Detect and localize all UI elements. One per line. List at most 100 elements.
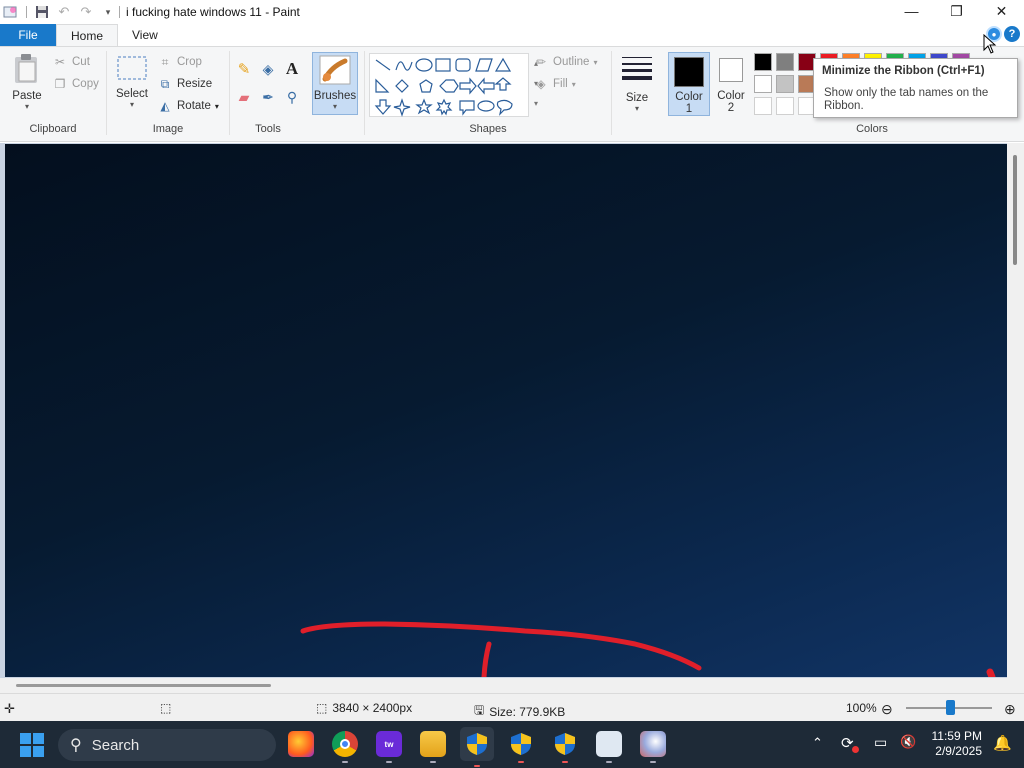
palette-color-swatch[interactable] — [776, 75, 794, 93]
shield-icon — [555, 733, 575, 755]
pencil-icon[interactable]: ✎ — [236, 61, 252, 78]
palette-color-swatch[interactable] — [776, 53, 794, 71]
copy-button[interactable]: ❐ Copy — [52, 73, 99, 95]
notification-bell-icon[interactable]: 🔔 — [993, 734, 1012, 752]
zoom-level: 100% — [846, 701, 877, 715]
taskbar-search[interactable]: ⚲ Search — [58, 729, 276, 761]
sync-alert-badge — [852, 746, 859, 753]
quick-access-toolbar: ↶ ↷ ▾ — [0, 0, 117, 24]
size-button[interactable]: Size ▾ — [616, 55, 658, 113]
vertical-scrollbar[interactable] — [1007, 143, 1024, 678]
running-indicator — [562, 761, 568, 763]
drawing-canvas[interactable] — [5, 144, 1007, 677]
copy-label: Copy — [72, 78, 99, 90]
tab-home[interactable]: Home — [56, 24, 119, 46]
color-picker-icon[interactable]: ✒ — [260, 89, 276, 105]
start-button[interactable] — [20, 733, 44, 757]
palette-empty-swatch[interactable] — [776, 97, 794, 115]
canvas-size-icon: ⬚ — [316, 701, 328, 715]
shield-icon — [511, 733, 531, 755]
horizontal-scrollbar[interactable] — [0, 678, 1024, 693]
select-button[interactable]: Select ▾ — [113, 55, 151, 109]
paint-app-icon[interactable] — [2, 3, 20, 21]
paste-button[interactable]: Paste ▾ — [8, 53, 46, 111]
paint-icon[interactable] — [640, 731, 666, 763]
restore-button[interactable]: ❐ — [934, 0, 979, 22]
brushes-button[interactable]: Brushes ▾ — [312, 52, 358, 115]
twitch-icon[interactable]: tw — [376, 731, 402, 763]
outline-button[interactable]: ✏ Outline ▾ — [533, 51, 597, 73]
shield-app-button[interactable] — [460, 727, 494, 767]
selection-icon: ⬚ — [160, 701, 172, 715]
shapes-gallery-icons[interactable] — [370, 54, 530, 118]
fill-button[interactable]: ◈ Fill ▾ — [533, 73, 597, 95]
shield-app-button[interactable] — [508, 731, 534, 763]
group-separator — [611, 51, 612, 135]
color2-label: Color — [717, 90, 745, 102]
size-icon — [620, 57, 654, 86]
help-button[interactable]: ? — [1004, 26, 1020, 42]
network-icon[interactable]: ▭ — [874, 734, 887, 751]
canvas-workspace — [0, 143, 1024, 693]
selection-size: ⬚ — [160, 701, 171, 715]
firefox-icon[interactable] — [288, 731, 314, 757]
search-label: Search — [91, 736, 140, 754]
fill-bucket-icon[interactable]: ◈ — [260, 61, 276, 77]
palette-color-swatch[interactable] — [754, 53, 772, 71]
color1-swatch — [674, 57, 704, 87]
taskbar-clock[interactable]: 11:59 PM 2/9/2025 — [932, 729, 982, 759]
vertical-scroll-thumb[interactable] — [1013, 155, 1017, 265]
tab-view[interactable]: View — [118, 24, 172, 46]
palette-empty-swatch[interactable] — [754, 97, 772, 115]
running-indicator — [518, 761, 524, 763]
control-panel-icon[interactable] — [596, 731, 622, 763]
tab-file[interactable]: File — [0, 24, 56, 46]
fill-dropdown-icon: ▾ — [571, 79, 576, 89]
horizontal-scroll-thumb[interactable] — [16, 684, 271, 687]
palette-color-swatch[interactable] — [754, 75, 772, 93]
close-button[interactable]: ✕ — [979, 0, 1024, 22]
volume-muted-icon[interactable]: 🔇 — [900, 734, 916, 750]
cut-button[interactable]: ✂ Cut — [52, 51, 99, 73]
undo-icon[interactable]: ↶ — [55, 3, 73, 21]
select-dropdown-icon[interactable]: ▾ — [113, 100, 151, 109]
color2-button[interactable]: Color 2 — [712, 52, 750, 116]
search-icon: ⚲ — [70, 737, 82, 754]
size-dropdown-icon[interactable]: ▾ — [616, 104, 658, 113]
redo-icon[interactable]: ↷ — [77, 3, 95, 21]
brushes-dropdown-icon[interactable]: ▾ — [313, 102, 357, 111]
save-icon[interactable] — [33, 3, 51, 21]
rotate-dropdown-icon[interactable]: ▾ — [215, 102, 219, 111]
status-bar: ✛ ⬚ ⬚ 3840 × 2400px 🖫 Size: 779.9KB 100%… — [0, 693, 1024, 721]
zoom-in-button[interactable]: ⊕ — [1004, 701, 1016, 718]
colors-group-label: Colors — [856, 123, 888, 135]
chrome-icon[interactable] — [332, 731, 358, 763]
zoom-out-button[interactable]: ⊖ — [881, 701, 893, 718]
image-group-label: Image — [152, 123, 184, 135]
window-controls: — ❐ ✕ — [889, 0, 1024, 22]
eraser-icon[interactable]: ▰ — [236, 89, 252, 105]
running-indicator — [430, 761, 436, 763]
image-group: Select ▾ ⌗ Crop ⧉ Resize ◭ Rotate ▾ Imag… — [107, 47, 229, 141]
customize-qat-icon[interactable]: ▾ — [99, 3, 117, 21]
minimize-button[interactable]: — — [889, 0, 934, 22]
crop-icon: ⌗ — [161, 54, 169, 69]
chrome-center — [340, 739, 350, 749]
chevron-up-icon[interactable]: ⌃ — [812, 735, 823, 751]
window-title: i fucking hate windows 11 - Paint — [126, 5, 300, 19]
paste-dropdown-icon[interactable]: ▾ — [8, 102, 46, 111]
color1-button[interactable]: Color 1 — [668, 52, 710, 116]
zoom-slider-thumb[interactable] — [946, 700, 955, 715]
rotate-button[interactable]: ◭ Rotate ▾ — [157, 95, 219, 117]
crop-button[interactable]: ⌗ Crop — [157, 51, 219, 73]
file-explorer-icon[interactable] — [420, 731, 446, 763]
shield-app-button[interactable] — [552, 731, 578, 763]
shield-icon — [467, 733, 487, 755]
restore-icon: ❐ — [950, 2, 963, 19]
magnifier-icon[interactable]: ⚲ — [284, 89, 300, 105]
minimize-ribbon-tooltip: Minimize the Ribbon (Ctrl+F1) Show only … — [813, 58, 1018, 118]
shapes-group-label: Shapes — [469, 123, 507, 135]
resize-button[interactable]: ⧉ Resize — [157, 73, 219, 95]
text-icon[interactable]: A — [284, 59, 300, 78]
move-cursor-icon: ✛ — [4, 701, 15, 716]
